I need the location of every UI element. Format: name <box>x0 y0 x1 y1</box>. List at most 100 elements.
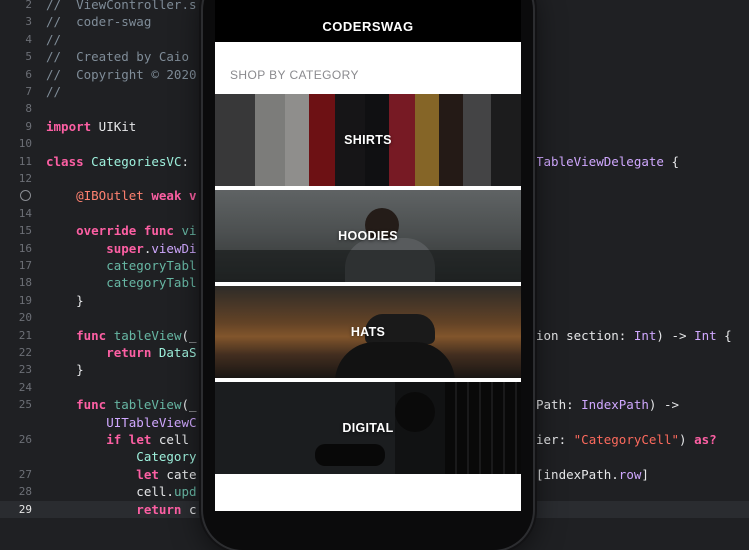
line-number: 29 <box>18 502 32 516</box>
code-token: // Created by Caio <box>46 49 189 65</box>
line-number: 4 <box>25 32 32 46</box>
code-token: } <box>46 292 84 308</box>
line-number: 21 <box>18 328 32 342</box>
code-text: class CategoriesVC: <box>46 153 189 170</box>
code-text: @IBOutlet weak v <box>46 187 197 204</box>
code-token: // coder-swag <box>46 14 152 30</box>
code-token: ) -> <box>656 327 695 343</box>
code-text: // <box>46 31 61 48</box>
code-text: func tableView(_ <box>46 327 197 344</box>
code-text: // Created by Caio <box>46 48 189 65</box>
code-text-right: TableViewDelegate { <box>536 153 679 170</box>
code-text: return DataS <box>46 344 197 361</box>
code-token: tableView <box>113 327 182 343</box>
line-number: 3 <box>25 15 32 29</box>
line-number: 2 <box>25 0 32 11</box>
section-header: SHOP BY CATEGORY <box>230 68 359 82</box>
code-text: override func vi <box>46 222 196 239</box>
code-token: cate <box>158 466 197 482</box>
code-token: // Copyright © 2020 <box>46 66 197 82</box>
line-number: 27 <box>18 467 32 481</box>
line-number: 23 <box>18 363 32 377</box>
code-text: // ViewController.s <box>46 0 197 13</box>
category-label: HOODIES <box>338 229 398 243</box>
code-token: (_ <box>181 327 197 343</box>
line-number: 16 <box>18 241 32 255</box>
code-token: class <box>46 153 84 169</box>
code-text: // Copyright © 2020 <box>46 66 197 83</box>
code-text: } <box>46 292 84 309</box>
code-text: Category <box>46 448 197 465</box>
code-token: v <box>181 188 197 204</box>
category-cell-hoodies[interactable]: HOODIES <box>215 190 521 282</box>
code-token: // ViewController.s <box>46 0 197 12</box>
code-token: // <box>46 84 62 99</box>
code-token: tableView <box>113 397 182 413</box>
code-token: ) <box>679 432 695 447</box>
code-text: if let cell <box>46 431 189 448</box>
line-number: 11 <box>18 154 32 168</box>
code-token: Int <box>694 327 717 343</box>
code-token: if <box>46 432 122 447</box>
outlet-connection-icon[interactable] <box>20 190 31 202</box>
code-token: ion section: <box>536 327 634 343</box>
code-text: return c <box>46 501 196 518</box>
code-token: UITableViewC <box>46 414 197 430</box>
code-text: func tableView(_ <box>46 396 197 413</box>
code-token: let <box>128 432 152 447</box>
code-token: categoryTabl <box>46 275 197 291</box>
code-token: DataS <box>151 345 197 360</box>
code-text: super.viewDi <box>46 240 197 257</box>
code-token: [indexPath. <box>536 466 619 482</box>
code-token: @IBOutlet <box>46 188 144 204</box>
code-token: ier: <box>536 432 574 447</box>
categories-table[interactable]: SHOP BY CATEGORY SHIRTS HOODIES HATS DIG… <box>215 42 521 511</box>
code-text: let cate <box>46 466 197 483</box>
line-number: 10 <box>18 137 32 151</box>
app-screen: CODERSWAG SHOP BY CATEGORY SHIRTS HOODIE… <box>215 0 521 511</box>
code-token: (_ <box>181 397 197 413</box>
code-token: row <box>618 466 642 482</box>
code-token: import <box>46 118 92 134</box>
code-text: categoryTabl <box>46 274 197 291</box>
code-token: func <box>46 327 107 343</box>
code-token: as? <box>694 432 717 447</box>
code-token: CategoriesVC <box>91 153 182 169</box>
code-token: // <box>46 31 62 47</box>
code-token: override <box>46 223 137 239</box>
category-label: DIGITAL <box>342 421 394 435</box>
category-cell-hats[interactable]: HATS <box>215 286 521 378</box>
line-number: 17 <box>18 259 32 272</box>
code-token: { <box>663 153 679 169</box>
code-token: return <box>46 501 182 517</box>
code-token: viewDi <box>151 240 197 256</box>
nav-title: CODERSWAG <box>322 19 414 34</box>
code-token: "CategoryCell" <box>573 432 679 447</box>
code-token: Category <box>46 449 197 465</box>
code-text: categoryTabl <box>46 257 197 274</box>
code-text: UITableViewC <box>46 414 197 431</box>
code-token: } <box>46 362 84 378</box>
line-number: 22 <box>18 346 32 359</box>
line-number: 15 <box>18 224 32 238</box>
line-number: 24 <box>18 380 32 394</box>
code-token: weak <box>151 188 182 204</box>
code-token: IndexPath <box>581 397 649 413</box>
code-token: let <box>46 466 159 482</box>
line-number: 18 <box>18 276 32 290</box>
line-number: 12 <box>18 172 32 185</box>
code-text-right: [indexPath.row] <box>536 466 649 483</box>
code-token: upd <box>173 484 197 500</box>
category-label: HATS <box>350 325 386 339</box>
category-cell-shirts[interactable]: SHIRTS <box>215 94 521 186</box>
code-token: categoryTabl <box>46 258 197 273</box>
code-text: // coder-swag <box>46 13 151 30</box>
code-token: { <box>716 327 732 343</box>
code-token: func <box>46 397 107 413</box>
code-text-right: Path: IndexPath) -> <box>536 396 679 413</box>
category-cell-digital[interactable]: DIGITAL <box>215 382 521 474</box>
